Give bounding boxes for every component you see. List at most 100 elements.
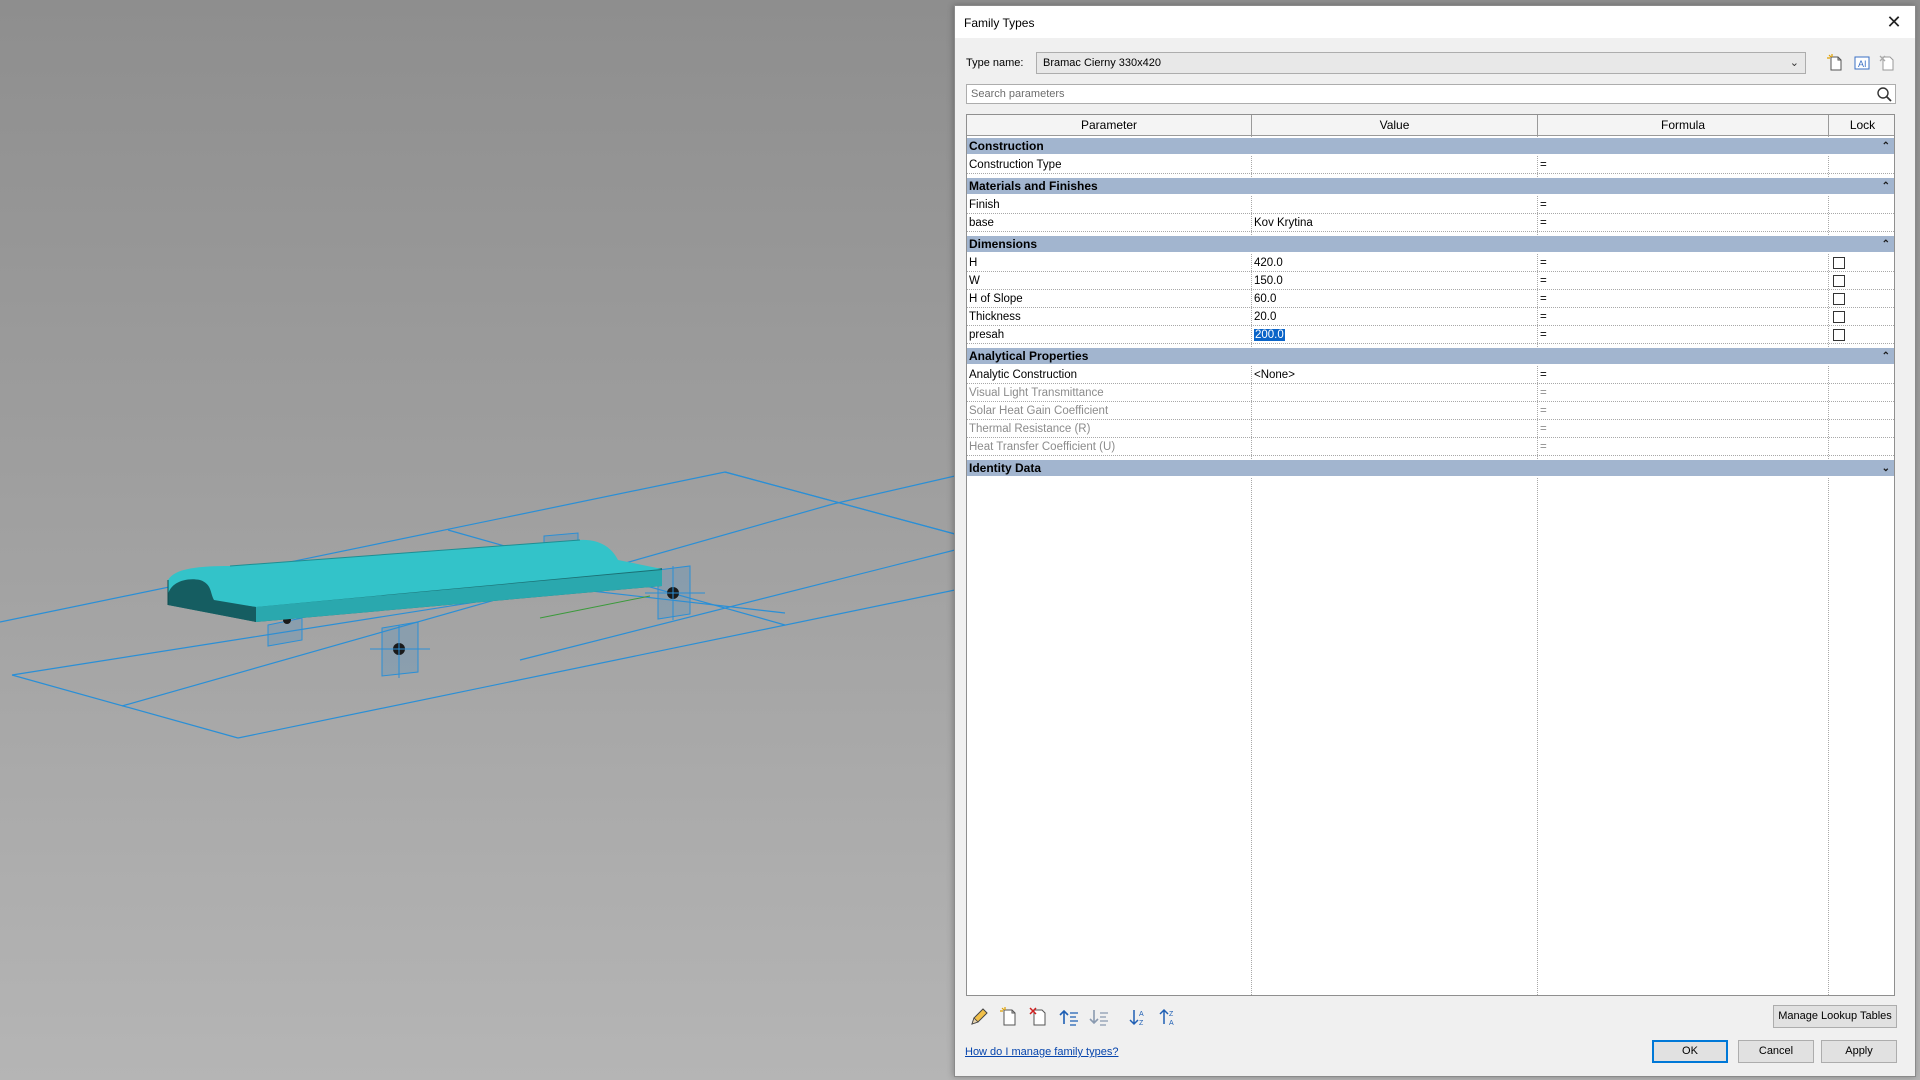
sort-ascending-icon[interactable]: A Z [1128,1006,1150,1028]
parameter-row[interactable]: base Kov Krytina = [967,214,1894,232]
type-name-dropdown[interactable]: Bramac Cierny 330x420 ⌄ [1036,52,1806,74]
selected-value-text[interactable]: 200.0 [1254,329,1285,341]
lock-checkbox[interactable] [1833,257,1845,269]
parameter-row[interactable]: Thickness 20.0 = [967,308,1894,326]
collapse-icon[interactable]: ⌃ [1882,178,1890,195]
parameters-grid: Parameter Value Formula Lock Constructio… [966,114,1895,996]
parameter-formula: = [1540,387,1547,399]
parameter-formula[interactable]: = [1538,254,1828,272]
apply-button[interactable]: Apply [1821,1040,1897,1063]
close-icon[interactable]: ✕ [1883,11,1905,33]
collapse-icon[interactable]: ⌃ [1882,348,1890,365]
group-header-analytical-properties[interactable]: Analytical Properties ⌃ [967,347,1894,365]
type-name-label: Type name: [966,57,1024,69]
lock-checkbox[interactable] [1833,329,1845,341]
parameter-value[interactable]: Kov Krytina [1252,214,1537,232]
parameter-value[interactable] [1252,196,1537,214]
dialog-title: Family Types [964,16,1035,30]
parameter-formula[interactable]: = [1538,290,1828,308]
parameter-formula: = [1540,423,1547,435]
parameter-name: H [969,257,978,269]
parameter-value [1252,402,1537,420]
parameter-value-editing[interactable]: 200.0 [1252,326,1537,344]
delete-parameter-icon[interactable] [1028,1006,1050,1028]
group-header-materials-and-finishes[interactable]: Materials and Finishes ⌃ [967,177,1894,195]
parameter-formula: = [1540,405,1547,417]
expand-icon[interactable]: ⌄ [1882,460,1890,477]
parameter-value [1252,384,1537,402]
lock-checkbox[interactable] [1833,275,1845,287]
group-title: Analytical Properties [969,349,1089,363]
parameter-row-disabled: Thermal Resistance (R) = [967,420,1894,438]
parameter-row[interactable]: presah 200.0 = [967,326,1894,344]
parameter-formula[interactable]: = [1538,196,1828,214]
parameter-row-disabled: Heat Transfer Coefficient (U) = [967,438,1894,456]
parameter-name: Analytic Construction [969,369,1078,381]
delete-type-icon[interactable] [1878,54,1898,72]
parameter-value[interactable]: 20.0 [1252,308,1537,326]
column-header-value[interactable]: Value [1252,115,1538,136]
ok-button[interactable]: OK [1652,1040,1728,1063]
manage-lookup-tables-button[interactable]: Manage Lookup Tables [1773,1005,1897,1028]
parameter-formula[interactable]: = [1538,156,1828,174]
parameter-row[interactable]: Finish = [967,196,1894,214]
svg-text:AI: AI [1858,59,1867,69]
group-header-construction[interactable]: Construction ⌃ [967,137,1894,155]
move-up-icon[interactable] [1058,1006,1080,1028]
parameter-formula[interactable]: = [1538,214,1828,232]
parameter-value[interactable]: 150.0 [1252,272,1537,290]
parameter-value[interactable]: 60.0 [1252,290,1537,308]
parameter-formula[interactable]: = [1538,326,1828,344]
rename-type-icon[interactable]: AI [1852,54,1872,72]
parameter-name: Thermal Resistance (R) [969,423,1091,435]
parameter-formula[interactable]: = [1538,272,1828,290]
new-type-icon[interactable] [1826,54,1846,72]
reference-planes [0,471,955,739]
svg-text:Z: Z [1169,1011,1174,1018]
cancel-button[interactable]: Cancel [1738,1040,1814,1063]
parameter-row-disabled: Solar Heat Gain Coefficient = [967,402,1894,420]
svg-text:A: A [1139,1011,1144,1018]
lock-checkbox[interactable] [1833,293,1845,305]
group-title: Identity Data [969,461,1042,475]
parameter-row[interactable]: H of Slope 60.0 = [967,290,1894,308]
parameter-row[interactable]: W 150.0 = [967,272,1894,290]
group-title: Materials and Finishes [969,179,1098,193]
parameter-value[interactable]: <None> [1252,366,1537,384]
chevron-down-icon: ⌄ [1789,57,1799,69]
group-header-identity-data[interactable]: Identity Data ⌄ [967,459,1894,477]
family-model-view [0,471,955,739]
pencil-icon[interactable] [968,1006,990,1028]
column-header-lock[interactable]: Lock [1829,115,1894,136]
group-header-dimensions[interactable]: Dimensions ⌃ [967,235,1894,253]
parameter-name: Finish [969,199,1000,211]
collapse-icon[interactable]: ⌃ [1882,138,1890,155]
collapse-icon[interactable]: ⌃ [1882,236,1890,253]
parameter-value [1252,438,1537,456]
parameter-value[interactable]: 420.0 [1252,254,1537,272]
parameter-name: Heat Transfer Coefficient (U) [969,441,1116,453]
parameter-formula[interactable]: = [1538,308,1828,326]
column-header-parameter[interactable]: Parameter [967,115,1252,136]
parameter-name: Thickness [969,311,1021,323]
help-link[interactable]: How do I manage family types? [965,1046,1118,1058]
parameter-row[interactable]: Analytic Construction <None> = [967,366,1894,384]
parameter-value[interactable] [1252,156,1537,174]
new-parameter-icon[interactable] [998,1006,1020,1028]
parameter-row[interactable]: H 420.0 = [967,254,1894,272]
lock-checkbox[interactable] [1833,311,1845,323]
search-parameters-field[interactable]: Search parameters [966,84,1896,104]
group-title: Construction [969,139,1044,153]
type-name-value: Bramac Cierny 330x420 [1043,57,1162,69]
group-title: Dimensions [969,237,1038,251]
3d-viewport[interactable] [0,0,955,1080]
search-icon[interactable] [1876,86,1893,103]
svg-text:Z: Z [1139,1020,1144,1027]
search-placeholder: Search parameters [971,88,1065,100]
parameter-name: base [969,217,994,229]
parameter-formula[interactable]: = [1538,366,1828,384]
parameter-row[interactable]: Construction Type = [967,156,1894,174]
move-down-icon[interactable] [1088,1006,1110,1028]
column-header-formula[interactable]: Formula [1538,115,1829,136]
sort-descending-icon[interactable]: Z A [1158,1006,1180,1028]
